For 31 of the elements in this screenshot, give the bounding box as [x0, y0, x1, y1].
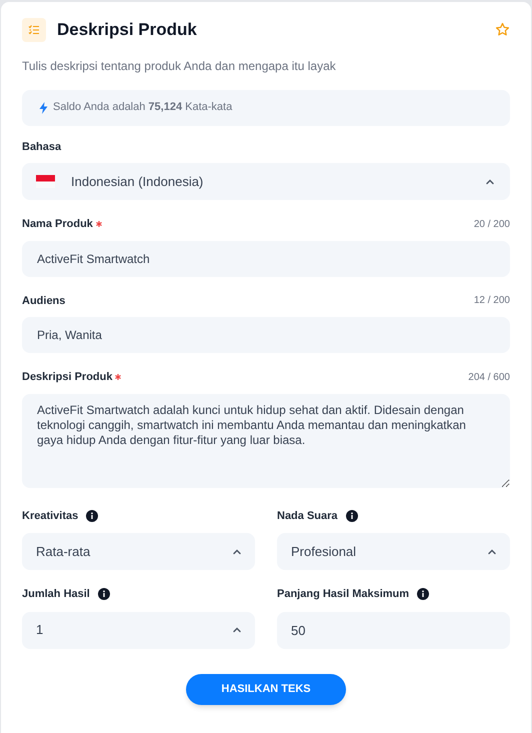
character-counter: 12 / 200: [474, 294, 510, 308]
field-label: Nama Produk: [22, 217, 93, 232]
field-label: Kreativitas: [22, 508, 78, 524]
field-label: Nada Suara: [277, 508, 338, 524]
select-field[interactable]: Profesional: [277, 533, 510, 570]
page-title: Deskripsi Produk: [57, 19, 197, 41]
lightning-icon: [39, 102, 48, 114]
number-input-field[interactable]: 50: [277, 612, 510, 648]
field-label: Bahasa: [22, 140, 62, 154]
language-select[interactable]: Indonesian (Indonesia): [22, 163, 510, 200]
info-icon[interactable]: [346, 510, 358, 522]
character-counter: 204 / 600: [468, 370, 510, 385]
list-icon: [22, 18, 46, 42]
field-label: Audiens: [22, 294, 66, 308]
info-icon[interactable]: [86, 510, 98, 522]
text-input-field[interactable]: ActiveFit Smartwatch: [22, 240, 510, 276]
field-label: Deskripsi Produk: [22, 370, 112, 385]
select-field[interactable]: 1: [22, 612, 255, 648]
flag-icon: [36, 175, 55, 188]
subtitle: Tulis deskripsi tentang produk Anda dan mengapa itu layak: [22, 58, 337, 74]
character-counter: 20 / 200: [474, 218, 510, 232]
field-label: Panjang Hasil Maksimum: [277, 587, 410, 602]
text-input-field[interactable]: Pria, Wanita: [22, 317, 510, 353]
textarea-field[interactable]: ActiveFit Smartwatch adalah kunci untuk hidup sehat dan aktif. Didesain dengan teknologi canggih, smartwatch ini membantu Anda memantau dan meningkatkan gaya hidup Anda dengan fitur-fitur yang luar biasa.: [22, 394, 510, 488]
balance-text: Saldo Anda adalah 75,124 Kata-kata: [53, 100, 232, 116]
info-icon[interactable]: [98, 588, 110, 600]
info-icon[interactable]: [417, 588, 430, 600]
star-icon[interactable]: [495, 22, 510, 38]
generate-button[interactable]: HASILKAN TEKS: [186, 674, 346, 704]
field-label: Jumlah Hasil: [22, 587, 90, 602]
select-field[interactable]: Rata-rata: [22, 533, 255, 570]
